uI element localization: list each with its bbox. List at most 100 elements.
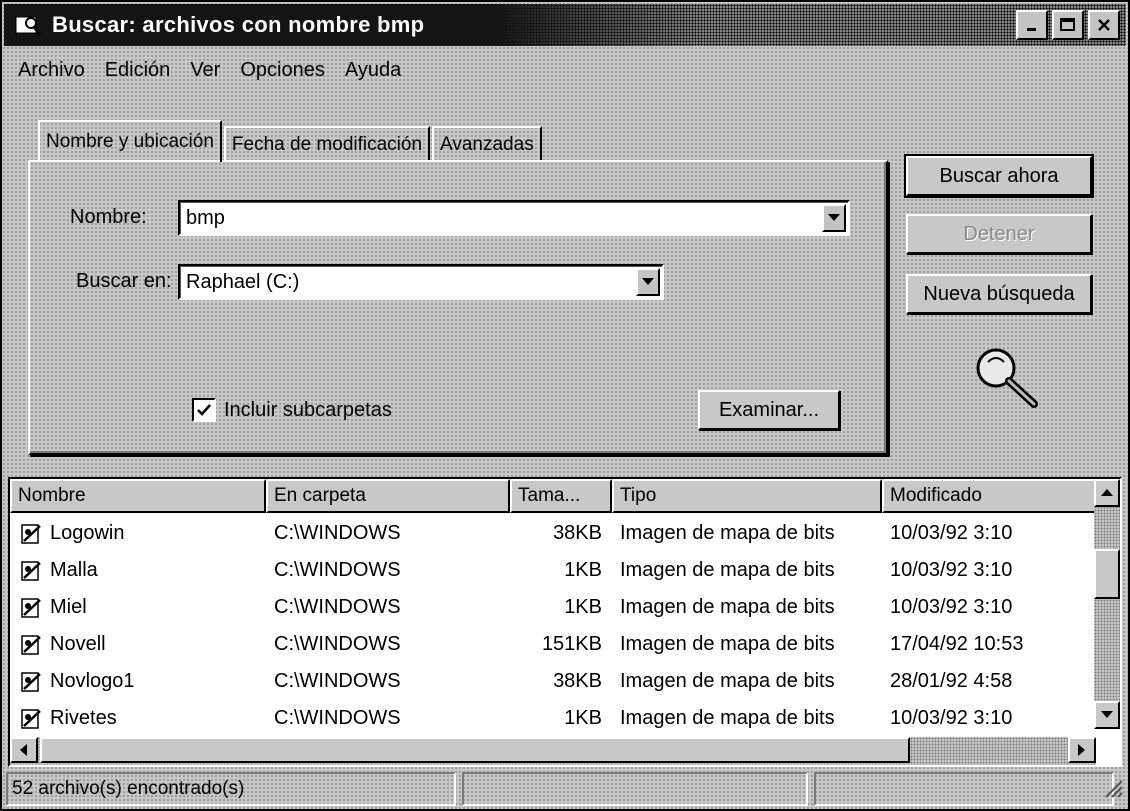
nombre-input[interactable]: bmp bbox=[178, 200, 850, 236]
file-size: 151KB bbox=[541, 633, 602, 655]
nombre-dropdown-button[interactable] bbox=[822, 204, 846, 232]
file-name: Rivetes bbox=[50, 707, 117, 729]
close-icon bbox=[1098, 19, 1110, 31]
file-modified: 10/03/92 3:10 bbox=[890, 707, 1013, 729]
incluir-subcarpetas-label[interactable]: Incluir subcarpetas bbox=[224, 399, 392, 422]
results-list: Nombre En carpeta Tama... Tipo Modificad… bbox=[8, 477, 1122, 767]
menu-edicion[interactable]: Edición bbox=[105, 59, 171, 82]
scroll-down-button[interactable] bbox=[1094, 701, 1120, 729]
column-nombre[interactable]: Nombre bbox=[10, 479, 266, 513]
chevron-down-icon bbox=[642, 278, 654, 285]
column-label: Tipo bbox=[620, 485, 657, 506]
title-bar[interactable]: Buscar: archivos con nombre bmp bbox=[4, 4, 1126, 46]
file-folder: C:\WINDOWS bbox=[274, 596, 401, 618]
status-pane-3 bbox=[814, 772, 1114, 806]
search-window-icon bbox=[14, 11, 42, 39]
scroll-thumb[interactable] bbox=[1094, 549, 1120, 599]
file-name: Novell bbox=[50, 633, 106, 655]
status-pane-count: 52 archivo(s) encontrado(s) bbox=[6, 772, 456, 806]
chevron-down-icon bbox=[828, 214, 840, 221]
table-row[interactable]: Rivetes C:\WINDOWS 1KB Imagen de mapa de… bbox=[10, 700, 1080, 737]
column-label: Modificado bbox=[890, 485, 982, 506]
bitmap-file-icon bbox=[21, 671, 41, 692]
file-modified: 17/04/92 10:53 bbox=[890, 633, 1024, 655]
menu-ayuda[interactable]: Ayuda bbox=[345, 59, 401, 82]
buscar-ahora-button[interactable]: Buscar ahora bbox=[904, 154, 1094, 198]
tab-panel: Nombre: bmp Buscar en: Raphael (C:) Incl… bbox=[28, 160, 888, 455]
magnifier-icon bbox=[972, 344, 1042, 416]
file-folder: C:\WINDOWS bbox=[274, 633, 401, 655]
scroll-up-button[interactable] bbox=[1094, 479, 1120, 507]
scroll-right-button[interactable] bbox=[1068, 737, 1096, 763]
detener-button[interactable]: Detener bbox=[906, 214, 1092, 254]
column-label: En carpeta bbox=[274, 485, 366, 506]
nombre-value: bmp bbox=[186, 206, 225, 229]
file-type: Imagen de mapa de bits bbox=[620, 522, 835, 544]
column-modificado[interactable]: Modificado bbox=[882, 479, 1100, 513]
scroll-left-button[interactable] bbox=[10, 737, 38, 763]
buscar-en-label: Buscar en: bbox=[76, 270, 172, 292]
file-size: 38KB bbox=[553, 670, 602, 692]
table-row[interactable]: Logowin C:\WINDOWS 38KB Imagen de mapa d… bbox=[10, 515, 1080, 552]
find-window: Buscar: archivos con nombre bmp Archivo … bbox=[0, 0, 1130, 811]
column-tamano[interactable]: Tama... bbox=[510, 479, 612, 513]
vertical-scrollbar[interactable] bbox=[1094, 479, 1120, 729]
buscar-en-select[interactable]: Raphael (C:) bbox=[178, 264, 664, 300]
file-type: Imagen de mapa de bits bbox=[620, 633, 835, 655]
tab-row: Nombre y ubicación Fecha de modificación… bbox=[38, 120, 544, 162]
buscar-en-value: Raphael (C:) bbox=[186, 270, 300, 293]
scroll-thumb[interactable] bbox=[40, 737, 910, 763]
bitmap-file-icon bbox=[21, 597, 41, 618]
file-type: Imagen de mapa de bits bbox=[620, 559, 835, 581]
file-name: Novlogo1 bbox=[50, 670, 135, 692]
examinar-button[interactable]: Examinar... bbox=[698, 390, 840, 430]
tab-label: Fecha de modificación bbox=[231, 134, 423, 155]
bitmap-file-icon bbox=[21, 523, 41, 544]
nombre-label: Nombre: bbox=[70, 206, 147, 228]
menu-archivo[interactable]: Archivo bbox=[18, 59, 85, 82]
table-row[interactable]: Novlogo1 C:\WINDOWS 38KB Imagen de mapa … bbox=[10, 663, 1080, 700]
bitmap-file-icon bbox=[21, 560, 41, 581]
arrow-right-icon bbox=[1078, 744, 1085, 756]
bitmap-file-icon bbox=[21, 634, 41, 655]
file-size: 1KB bbox=[564, 707, 602, 729]
file-size: 38KB bbox=[553, 522, 602, 544]
tab-avanzadas[interactable]: Avanzadas bbox=[432, 126, 542, 162]
status-text: 52 archivo(s) encontrado(s) bbox=[12, 778, 245, 799]
file-folder: C:\WINDOWS bbox=[274, 559, 401, 581]
tab-nombre-ubicacion[interactable]: Nombre y ubicación bbox=[38, 120, 222, 162]
window-title: Buscar: archivos con nombre bmp bbox=[52, 12, 425, 37]
file-name: Malla bbox=[50, 559, 98, 581]
column-en-carpeta[interactable]: En carpeta bbox=[266, 479, 510, 513]
file-modified: 10/03/92 3:10 bbox=[890, 596, 1013, 618]
menu-bar: Archivo Edición Ver Opciones Ayuda bbox=[8, 52, 411, 88]
examinar-label: Examinar... bbox=[718, 398, 820, 421]
status-pane-2 bbox=[462, 772, 808, 806]
horizontal-scrollbar[interactable] bbox=[10, 737, 1096, 765]
tab-label: Avanzadas bbox=[440, 134, 534, 155]
nueva-busqueda-button[interactable]: Nueva búsqueda bbox=[906, 274, 1092, 314]
minimize-icon bbox=[1027, 28, 1036, 31]
minimize-button[interactable] bbox=[1016, 10, 1048, 40]
table-row[interactable]: Miel C:\WINDOWS 1KB Imagen de mapa de bi… bbox=[10, 589, 1080, 626]
tab-label: Nombre y ubicación bbox=[46, 131, 214, 152]
tab-fecha-modificacion[interactable]: Fecha de modificación bbox=[223, 126, 431, 162]
arrow-left-icon bbox=[20, 744, 27, 756]
buscar-en-dropdown-button[interactable] bbox=[636, 268, 660, 296]
incluir-subcarpetas-checkbox[interactable] bbox=[192, 398, 216, 422]
menu-ver[interactable]: Ver bbox=[190, 59, 220, 82]
column-tipo[interactable]: Tipo bbox=[612, 479, 882, 513]
status-bar: 52 archivo(s) encontrado(s) bbox=[6, 772, 1126, 808]
table-row[interactable]: Novell C:\WINDOWS 151KB Imagen de mapa d… bbox=[10, 626, 1080, 663]
results-header: Nombre En carpeta Tama... Tipo Modificad… bbox=[10, 479, 1100, 513]
menu-opciones[interactable]: Opciones bbox=[240, 59, 325, 82]
maximize-icon bbox=[1060, 18, 1075, 31]
column-label: Nombre bbox=[18, 485, 86, 506]
check-icon bbox=[197, 404, 211, 416]
table-row[interactable]: Malla C:\WINDOWS 1KB Imagen de mapa de b… bbox=[10, 552, 1080, 589]
maximize-button[interactable] bbox=[1052, 10, 1084, 40]
resize-grip-icon[interactable] bbox=[1102, 777, 1124, 805]
close-button[interactable] bbox=[1088, 10, 1120, 40]
file-type: Imagen de mapa de bits bbox=[620, 596, 835, 618]
search-criteria: Nombre y ubicación Fecha de modificación… bbox=[22, 98, 888, 458]
